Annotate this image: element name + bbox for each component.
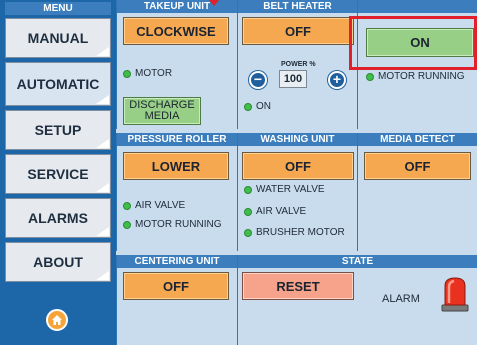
power-increase-button[interactable]: + <box>328 71 346 89</box>
media-detect-toggle-button[interactable]: OFF <box>364 152 471 180</box>
sidebar-item-label: SETUP <box>34 122 82 138</box>
takeup-direction-button[interactable]: CLOCKWISE <box>123 17 229 45</box>
status-led-icon <box>123 220 131 229</box>
status-led-icon <box>244 102 252 111</box>
centering-unit-toggle-button[interactable]: OFF <box>123 272 229 300</box>
air-valve-status: AIR VALVE <box>244 206 306 217</box>
reset-button[interactable]: RESET <box>242 272 354 300</box>
sidebar-item-about[interactable]: ABOUT <box>5 242 111 282</box>
motor-running-status: MOTOR RUNNING <box>123 219 221 230</box>
panel-title: BELT HEATER <box>238 0 357 13</box>
panel-title: CENTERING UNIT <box>117 255 237 268</box>
sidebar-menu: MENU MANUAL AUTOMATIC SETUP SERVICE ALAR… <box>0 0 116 345</box>
corner-fold-icon <box>96 183 109 192</box>
motor-status: MOTOR <box>123 68 172 79</box>
discharge-media-button[interactable]: DISCHARGE MEDIA <box>123 97 201 125</box>
alarm-beacon-icon <box>441 277 469 312</box>
status-led-icon <box>244 228 252 237</box>
status-label: MOTOR <box>135 68 173 79</box>
washing-unit-panel: WASHING UNIT OFF WATER VALVE AIR VALVE B… <box>237 133 357 251</box>
belt-heater-panel: BELT HEATER OFF POWER % − 100 + ON <box>237 0 357 129</box>
corner-fold-icon <box>96 95 109 104</box>
discharge-label-line2: MEDIA <box>144 110 180 122</box>
sidebar-item-label: ALARMS <box>28 210 88 226</box>
on-button[interactable]: ON <box>366 28 474 57</box>
panel-title: MEDIA DETECT <box>358 133 477 146</box>
heater-on-status: ON <box>244 101 271 112</box>
status-led-icon <box>244 207 252 216</box>
status-label: MOTOR RUNNING <box>135 219 222 230</box>
status-label: WATER VALVE <box>256 184 325 195</box>
pointer-arrow-icon <box>209 0 219 6</box>
power-decrease-button[interactable]: − <box>249 71 267 89</box>
sidebar-item-manual[interactable]: MANUAL <box>5 18 111 58</box>
status-label: ON <box>256 101 271 112</box>
alarm-label: ALARM <box>382 293 420 305</box>
menu-header: MENU <box>5 2 111 15</box>
corner-fold-icon <box>96 271 109 280</box>
power-value: 100 <box>279 70 307 88</box>
belt-heater-toggle-button[interactable]: OFF <box>242 17 354 45</box>
pressure-roller-panel: PRESSURE ROLLER LOWER AIR VALVE MOTOR RU… <box>116 133 237 251</box>
sidebar-item-label: ABOUT <box>33 254 83 270</box>
status-label: AIR VALVE <box>135 200 186 211</box>
panel-title: TAKEUP UNIT <box>117 0 237 13</box>
status-label: AIR VALVE <box>256 206 307 217</box>
power-label: POWER % <box>281 61 316 68</box>
centering-unit-panel: CENTERING UNIT OFF <box>116 255 237 345</box>
corner-fold-icon <box>96 227 109 236</box>
takeup-unit-panel: TAKEUP UNIT CLOCKWISE MOTOR DISCHARGE ME… <box>116 0 237 129</box>
status-led-icon <box>366 72 374 81</box>
sidebar-item-alarms[interactable]: ALARMS <box>5 198 111 238</box>
water-valve-status: WATER VALVE <box>244 184 325 195</box>
home-button[interactable] <box>46 309 68 331</box>
sidebar-item-service[interactable]: SERVICE <box>5 154 111 194</box>
sidebar-item-label: MANUAL <box>27 30 89 46</box>
sidebar-item-setup[interactable]: SETUP <box>5 110 111 150</box>
top-right-panel: ON MOTOR RUNNING <box>357 0 477 129</box>
state-panel: STATE RESET ALARM <box>237 255 477 345</box>
machine-control-screen: MENU MANUAL AUTOMATIC SETUP SERVICE ALAR… <box>0 0 477 345</box>
home-icon <box>52 315 62 325</box>
sidebar-item-automatic[interactable]: AUTOMATIC <box>5 62 111 106</box>
sidebar-item-label: SERVICE <box>27 166 89 182</box>
status-led-icon <box>123 69 131 78</box>
panel-title: STATE <box>238 255 477 268</box>
pressure-roller-button[interactable]: LOWER <box>123 152 229 180</box>
media-detect-panel: MEDIA DETECT OFF <box>357 133 477 251</box>
sidebar-item-label: AUTOMATIC <box>16 76 100 92</box>
corner-fold-icon <box>96 47 109 56</box>
air-valve-status: AIR VALVE <box>123 200 185 211</box>
brusher-motor-status: BRUSHER MOTOR <box>244 227 345 238</box>
status-led-icon <box>244 185 252 194</box>
corner-fold-icon <box>96 139 109 148</box>
panel-title: PRESSURE ROLLER <box>117 133 237 146</box>
status-label: MOTOR RUNNING <box>378 71 465 82</box>
washing-unit-toggle-button[interactable]: OFF <box>242 152 354 180</box>
panel-title: WASHING UNIT <box>238 133 357 146</box>
status-led-icon <box>123 201 131 210</box>
motor-running-status: MOTOR RUNNING <box>366 71 464 82</box>
status-label: BRUSHER MOTOR <box>256 227 345 238</box>
panel-title-bar <box>358 0 477 13</box>
